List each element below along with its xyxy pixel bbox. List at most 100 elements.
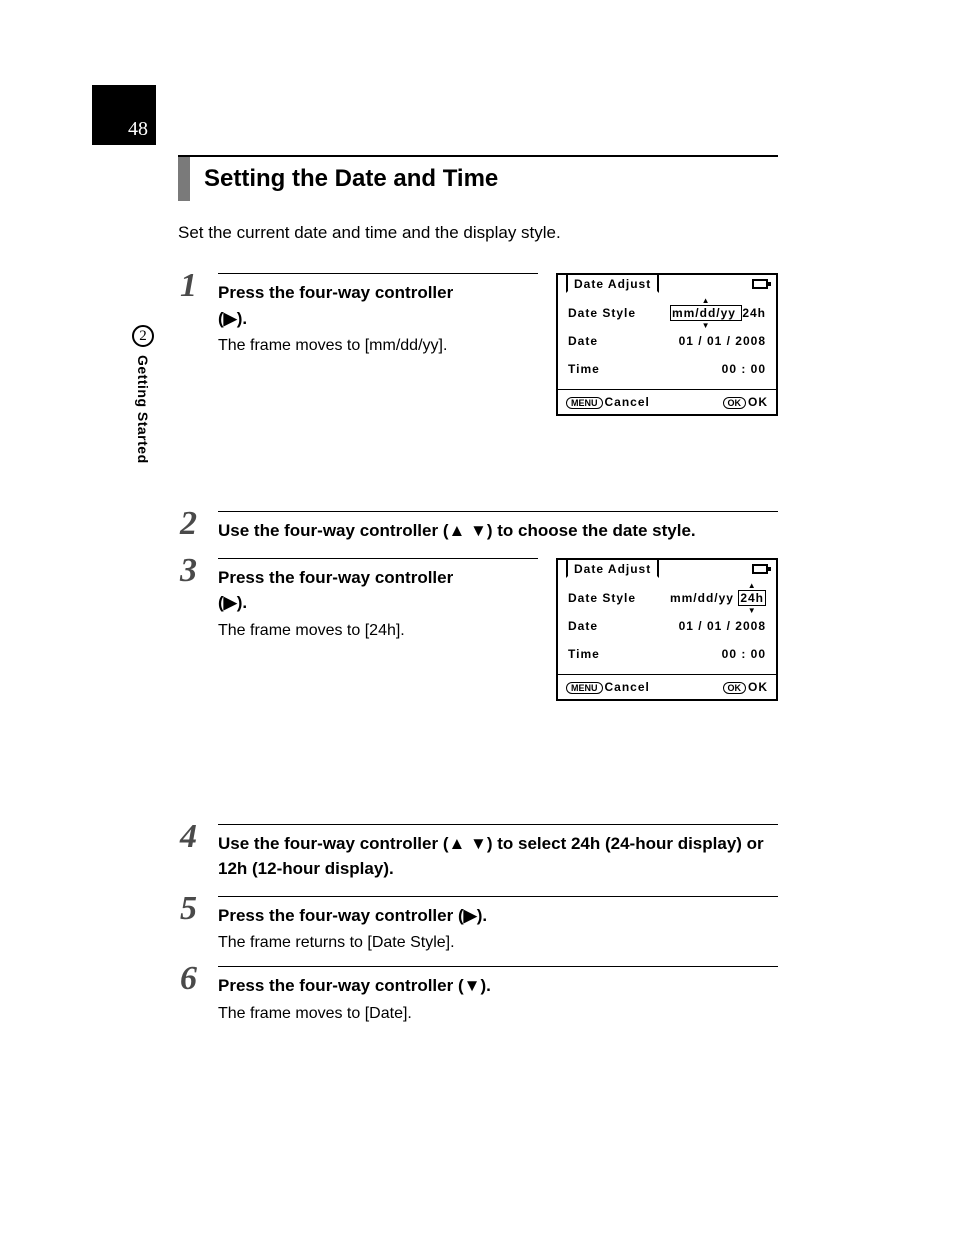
lcd-value: mm/dd/yy ▲ 24h ▼ [670, 591, 766, 605]
step-body: Use the four-way controller (▲ ▼) to cho… [218, 511, 778, 544]
lcd-row-style: Date Style ▲ mm/dd/yy ▼ 24h [568, 299, 766, 327]
lcd-label: Date Style [568, 591, 636, 605]
step-heading: Press the four-way controller (▼). [218, 973, 778, 999]
step-head-text: Press the four-way controller ( [218, 976, 464, 995]
title-accent-bar [178, 157, 190, 201]
ok-label: OK [748, 395, 768, 409]
page-number: 48 [92, 85, 156, 145]
up-arrow-icon: ▲ [448, 834, 465, 853]
lcd-footer: MENUCancel OKOK [558, 389, 776, 414]
step-subtext: The frame moves to [Date]. [218, 1005, 778, 1023]
lcd-screen-2: Date Adjust Date Style mm/dd/yy ▲ 24h ▼ [556, 558, 778, 701]
lcd-label: Date [568, 334, 598, 348]
step-4: 4 Use the four-way controller (▲ ▼) to s… [178, 824, 778, 882]
step-number: 3 [180, 552, 197, 590]
main-content: Setting the Date and Time Set the curren… [178, 155, 778, 1033]
step-heading: Press the four-way controller (▶). [218, 903, 778, 929]
step-number: 1 [180, 267, 197, 305]
lcd-value: 01 / 01 / 2008 [679, 334, 766, 348]
lcd-fmt: mm/dd/yy [672, 306, 736, 320]
step-head-text: Use the four-way controller ( [218, 834, 448, 853]
step-subtext: The frame moves to [mm/dd/yy]. [218, 337, 538, 355]
lcd-fmt: mm/dd/yy [670, 591, 734, 605]
lcd-row-style: Date Style mm/dd/yy ▲ 24h ▼ [568, 584, 766, 612]
lcd-value: 00 : 00 [722, 362, 766, 376]
side-tab-label: Getting Started [135, 355, 151, 464]
down-arrow-icon: ▼ [702, 323, 711, 329]
step-heading: Use the four-way controller (▲ ▼) to sel… [218, 831, 778, 882]
battery-icon [752, 279, 768, 289]
step-head-text-2: ). [480, 976, 490, 995]
step-head-text-2: ). [477, 906, 487, 925]
lcd-ok: OKOK [723, 680, 769, 694]
ok-button-icon: OK [723, 397, 747, 409]
step-2: 2 Use the four-way controller (▲ ▼) to c… [178, 511, 778, 544]
lcd-value: 01 / 01 / 2008 [679, 619, 766, 633]
step-number: 5 [180, 890, 197, 928]
menu-button-icon: MENU [566, 397, 603, 409]
chapter-number-icon: 2 [132, 325, 154, 347]
up-arrow-icon: ▲ [702, 298, 711, 304]
step-1: 1 Press the four-way controller (▶). The… [178, 273, 778, 473]
lcd-ok: OKOK [723, 395, 769, 409]
lcd-hr: 24h [740, 591, 764, 605]
step-head-text: Press the four-way controller ( [218, 906, 464, 925]
cancel-label: Cancel [605, 395, 650, 409]
up-arrow-icon: ▲ [748, 583, 757, 589]
paren-close: ). [237, 593, 247, 612]
battery-icon [752, 564, 768, 574]
right-arrow-icon: ▶ [224, 309, 237, 328]
step-heading: Press the four-way controller (▶). [218, 565, 538, 616]
side-tab: 2 Getting Started [128, 325, 158, 464]
down-arrow-icon: ▼ [464, 976, 481, 995]
ok-label: OK [748, 680, 768, 694]
step-head-text: Press the four-way controller [218, 568, 453, 587]
lcd-title-tab: Date Adjust [566, 558, 659, 578]
step-number: 6 [180, 960, 197, 998]
step-3: 3 Press the four-way controller (▶). The… [178, 558, 778, 758]
step-head-text-2: ) to choose the date style. [487, 521, 696, 540]
lcd-row-time: Time 00 : 00 [568, 355, 766, 383]
down-arrow-icon: ▼ [748, 608, 757, 614]
step-heading: Press the four-way controller (▶). [218, 280, 538, 331]
lcd-picker-framed: ▲ 24h ▼ [738, 590, 766, 606]
menu-button-icon: MENU [566, 682, 603, 694]
ok-button-icon: OK [723, 682, 747, 694]
step-6: 6 Press the four-way controller (▼). The… [178, 966, 778, 1023]
step-body: Use the four-way controller (▲ ▼) to sel… [218, 824, 778, 882]
lcd-picker-framed: ▲ mm/dd/yy ▼ [670, 305, 742, 321]
step-body: Press the four-way controller (▶). The f… [218, 896, 778, 953]
down-arrow-icon: ▼ [470, 834, 487, 853]
lcd-screen-1: Date Adjust Date Style ▲ mm/dd/yy ▼ 24h … [556, 273, 778, 416]
page-number-text: 48 [128, 118, 148, 141]
lcd-value: ▲ mm/dd/yy ▼ 24h [670, 306, 766, 320]
lcd-cancel: MENUCancel [566, 680, 650, 694]
paren-close: ). [237, 309, 247, 328]
step-body: Press the four-way controller (▶). The f… [218, 273, 538, 355]
lcd-row-date: Date 01 / 01 / 2008 [568, 612, 766, 640]
lcd-cancel: MENUCancel [566, 395, 650, 409]
step-subtext: The frame moves to [24h]. [218, 622, 538, 640]
step-number: 2 [180, 505, 197, 543]
chapter-number: 2 [139, 328, 147, 345]
cancel-label: Cancel [605, 680, 650, 694]
intro-text: Set the current date and time and the di… [178, 223, 778, 243]
step-body: Press the four-way controller (▶). The f… [218, 558, 538, 640]
lcd-row-time: Time 00 : 00 [568, 640, 766, 668]
lcd-title-tab: Date Adjust [566, 273, 659, 293]
step-head-text: Use the four-way controller ( [218, 521, 448, 540]
lcd-label: Date Style [568, 306, 636, 320]
right-arrow-icon: ▶ [224, 593, 237, 612]
step-body: Press the four-way controller (▼). The f… [218, 966, 778, 1023]
lcd-row-date: Date 01 / 01 / 2008 [568, 327, 766, 355]
lcd-value: 00 : 00 [722, 647, 766, 661]
lcd-label: Date [568, 619, 598, 633]
right-arrow-icon: ▶ [464, 906, 477, 925]
step-number: 4 [180, 818, 197, 856]
section-title-wrap: Setting the Date and Time [178, 155, 778, 201]
step-subtext: The frame returns to [Date Style]. [218, 934, 778, 952]
lcd-footer: MENUCancel OKOK [558, 674, 776, 699]
step-head-text: Press the four-way controller [218, 283, 453, 302]
lcd-hr: 24h [742, 306, 766, 320]
lcd-label: Time [568, 362, 600, 376]
